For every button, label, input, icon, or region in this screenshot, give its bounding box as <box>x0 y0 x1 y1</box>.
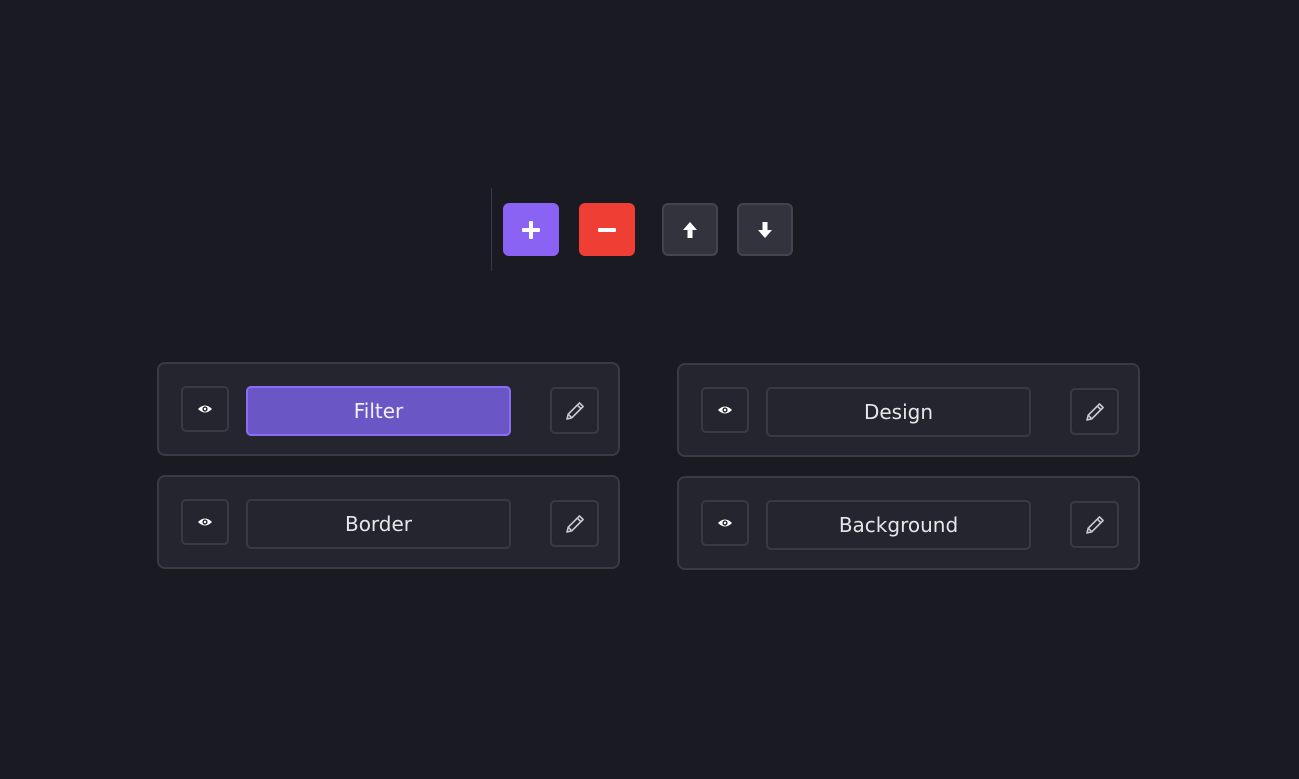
eye-icon <box>718 519 732 527</box>
plus-icon <box>522 220 540 239</box>
toolbar-divider <box>491 188 492 271</box>
edit-layer-button[interactable] <box>550 500 599 547</box>
layer-item-background: Background <box>677 476 1140 570</box>
edit-layer-button[interactable] <box>1070 501 1119 548</box>
layer-toolbar <box>491 188 801 271</box>
pencil-icon <box>1085 402 1104 421</box>
layer-item-filter: Filter <box>157 362 620 456</box>
layer-item-border: Border <box>157 475 620 569</box>
layer-name-button[interactable]: Border <box>246 499 511 549</box>
minus-icon <box>598 227 616 232</box>
toggle-visibility-button[interactable] <box>701 387 749 433</box>
layer-name-button[interactable]: Filter <box>246 386 511 436</box>
remove-layer-button[interactable] <box>579 203 635 256</box>
toggle-visibility-button[interactable] <box>701 500 749 546</box>
edit-layer-button[interactable] <box>1070 388 1119 435</box>
eye-icon <box>198 518 212 526</box>
add-layer-button[interactable] <box>503 203 559 256</box>
eye-icon <box>718 406 732 414</box>
pencil-icon <box>565 401 584 420</box>
toggle-visibility-button[interactable] <box>181 499 229 545</box>
layer-item-design: Design <box>677 363 1140 457</box>
arrow-down-icon <box>758 221 772 238</box>
move-layer-up-button[interactable] <box>662 203 718 256</box>
toggle-visibility-button[interactable] <box>181 386 229 432</box>
pencil-icon <box>565 514 584 533</box>
layer-name-button[interactable]: Design <box>766 387 1031 437</box>
arrow-up-icon <box>683 221 697 238</box>
layer-panel: Filter Design Border Background <box>0 0 1299 779</box>
eye-icon <box>198 405 212 413</box>
move-layer-down-button[interactable] <box>737 203 793 256</box>
pencil-icon <box>1085 515 1104 534</box>
edit-layer-button[interactable] <box>550 387 599 434</box>
layer-name-button[interactable]: Background <box>766 500 1031 550</box>
